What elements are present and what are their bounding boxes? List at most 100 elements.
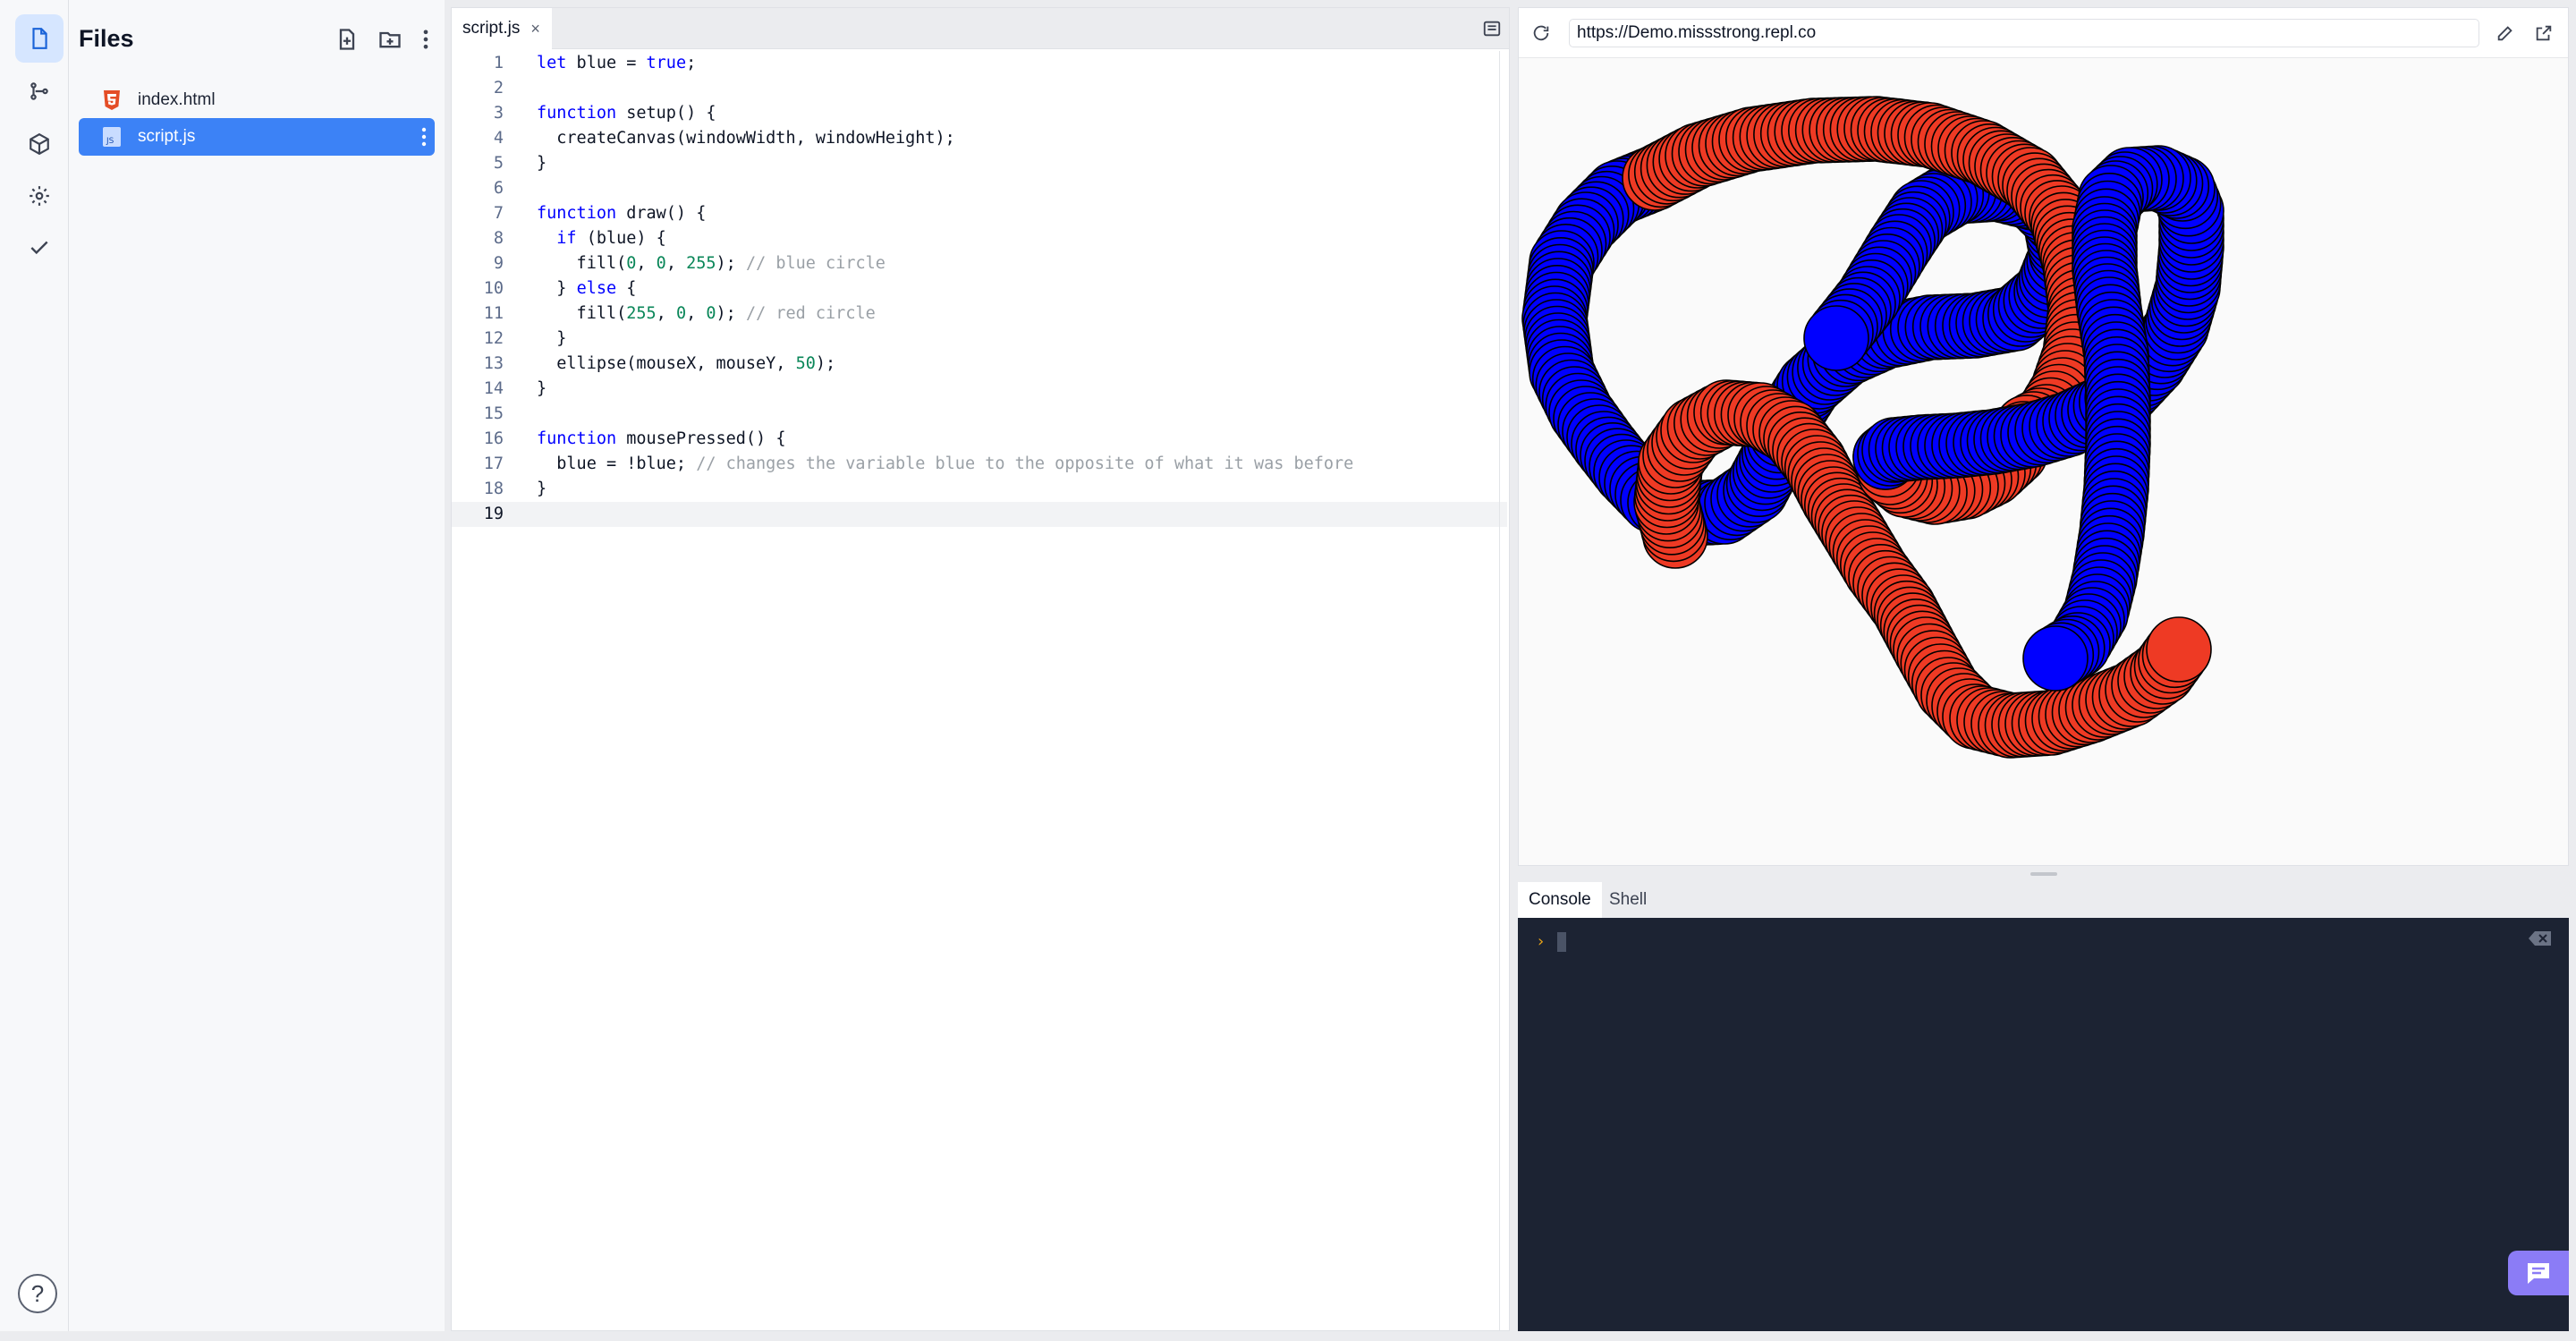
sketch-circle: [2146, 616, 2212, 683]
pencil-icon[interactable]: [2496, 23, 2515, 43]
help-button[interactable]: ?: [18, 1274, 57, 1313]
new-file-icon[interactable]: [335, 27, 360, 52]
close-tab-icon[interactable]: ×: [530, 20, 540, 38]
code-token: }: [537, 279, 577, 298]
code-token: function: [537, 104, 617, 123]
p5-sketch-canvas[interactable]: [1519, 59, 2568, 864]
code-line[interactable]: 8 if (blue) {: [452, 226, 1507, 251]
code-token: ,: [665, 254, 687, 273]
code-line[interactable]: 6: [452, 176, 1507, 201]
url-field[interactable]: https://Demo.missstrong.repl.co: [1569, 19, 2479, 47]
code-token: 0: [675, 304, 687, 323]
line-number: 19: [483, 505, 504, 523]
pane-resize-handle[interactable]: [2030, 872, 2057, 876]
code-editor[interactable]: script.js × 1 let blue = true; 2 3 function …: [451, 7, 1510, 1331]
packages-button[interactable]: [15, 120, 64, 168]
line-number: 7: [493, 204, 504, 223]
line-text: if (blue) {: [537, 226, 666, 251]
code-token: 50: [795, 354, 816, 373]
code-token: function: [537, 204, 617, 223]
file-menu-icon[interactable]: [420, 126, 428, 148]
chat-icon: [2528, 1263, 2549, 1284]
code-token: fill(: [537, 254, 627, 273]
code-line[interactable]: 7 function draw() {: [452, 201, 1507, 226]
file-item-script-js[interactable]: JS script.js: [79, 118, 435, 156]
code-token: 0: [626, 254, 637, 273]
code-line[interactable]: 19: [452, 502, 1507, 527]
version-control-button[interactable]: [15, 67, 64, 115]
code-token: 0: [656, 254, 666, 273]
code-line[interactable]: 17 blue = !blue; // changes the variable…: [452, 452, 1507, 477]
code-token: draw() {: [616, 204, 707, 223]
code-line[interactable]: 14}: [452, 377, 1507, 402]
code-token: {: [616, 279, 637, 298]
line-text: createCanvas(windowWidth, windowHeight);: [537, 126, 955, 151]
line-number: 15: [483, 404, 504, 423]
code-token: setup() {: [616, 104, 716, 123]
line-number: 10: [483, 279, 504, 298]
line-number: 18: [483, 480, 504, 498]
new-folder-icon[interactable]: [377, 27, 402, 52]
code-token: true: [646, 54, 687, 72]
checks-button[interactable]: [15, 224, 64, 272]
tab-console[interactable]: Console: [1518, 882, 1602, 918]
clear-console-icon[interactable]: [2529, 930, 2552, 946]
code-line[interactable]: 3 function setup() {: [452, 101, 1507, 126]
editor-ruler: [1499, 51, 1500, 1330]
code-token: 255: [686, 254, 716, 273]
webview-toolbar: https://Demo.missstrong.repl.co: [1519, 8, 2568, 58]
file-item-index-html[interactable]: index.html: [79, 81, 435, 119]
open-new-tab-icon[interactable]: [2534, 23, 2554, 43]
code-line[interactable]: 1 let blue = true;: [452, 51, 1507, 76]
code-line[interactable]: 16 function mousePressed() {: [452, 427, 1507, 452]
line-number: 9: [493, 254, 504, 273]
line-text: }: [537, 151, 547, 176]
code-token: }: [537, 480, 547, 498]
code-token: 255: [626, 304, 657, 323]
code-token: ellipse(mouseX, mouseY,: [537, 354, 796, 373]
code-token: // red circle: [745, 304, 876, 323]
tab-shell[interactable]: Shell: [1598, 882, 1657, 918]
settings-button[interactable]: [15, 172, 64, 220]
more-options-icon[interactable]: [413, 27, 438, 52]
code-line[interactable]: 5}: [452, 151, 1507, 176]
file-name: index.html: [138, 90, 216, 109]
code-line[interactable]: 4 createCanvas(windowWidth, windowHeight…: [452, 126, 1507, 151]
files-nav-button[interactable]: [15, 14, 64, 63]
line-number: 17: [483, 454, 504, 473]
code-line[interactable]: 9 fill(0, 0, 255); // blue circle: [452, 251, 1507, 276]
code-token: fill(: [537, 304, 627, 323]
files-panel: Files index.html JS script.js: [69, 0, 445, 1331]
code-line[interactable]: 13 ellipse(mouseX, mouseY, 50);: [452, 352, 1507, 377]
line-text: function setup() {: [537, 101, 716, 126]
code-line[interactable]: 10 } else {: [452, 276, 1507, 301]
code-line[interactable]: 15: [452, 402, 1507, 427]
console-output[interactable]: ›: [1518, 918, 2569, 1331]
code-line[interactable]: 2: [452, 76, 1507, 101]
package-icon: [30, 132, 49, 156]
sketch-circle: [1803, 305, 1869, 371]
line-number: 5: [493, 154, 504, 173]
line-number: 12: [483, 329, 504, 348]
line-text: let blue = true;: [537, 51, 696, 76]
chat-button[interactable]: [2508, 1251, 2569, 1295]
code-token: );: [716, 304, 746, 323]
layout-icon[interactable]: [1482, 19, 1502, 38]
code-line[interactable]: 11 fill(255, 0, 0); // red circle: [452, 301, 1507, 327]
code-lines[interactable]: 1 let blue = true; 2 3 function setup() {4 c…: [452, 51, 1507, 527]
file-name: script.js: [138, 127, 196, 146]
code-token: }: [537, 154, 547, 173]
reload-icon[interactable]: [1531, 23, 1551, 43]
tab-script-js[interactable]: script.js ×: [452, 8, 552, 49]
console-cursor: [1557, 932, 1566, 952]
svg-text:JS: JS: [106, 137, 114, 146]
code-line[interactable]: 12 }: [452, 327, 1507, 352]
code-token: mousePressed() {: [616, 429, 786, 448]
code-line[interactable]: 18}: [452, 477, 1507, 502]
line-text: ellipse(mouseX, mouseY, 50);: [537, 352, 835, 377]
line-text: function mousePressed() {: [537, 427, 785, 452]
line-text: }: [537, 377, 547, 402]
line-number: 2: [493, 79, 504, 98]
line-text: function draw() {: [537, 201, 706, 226]
